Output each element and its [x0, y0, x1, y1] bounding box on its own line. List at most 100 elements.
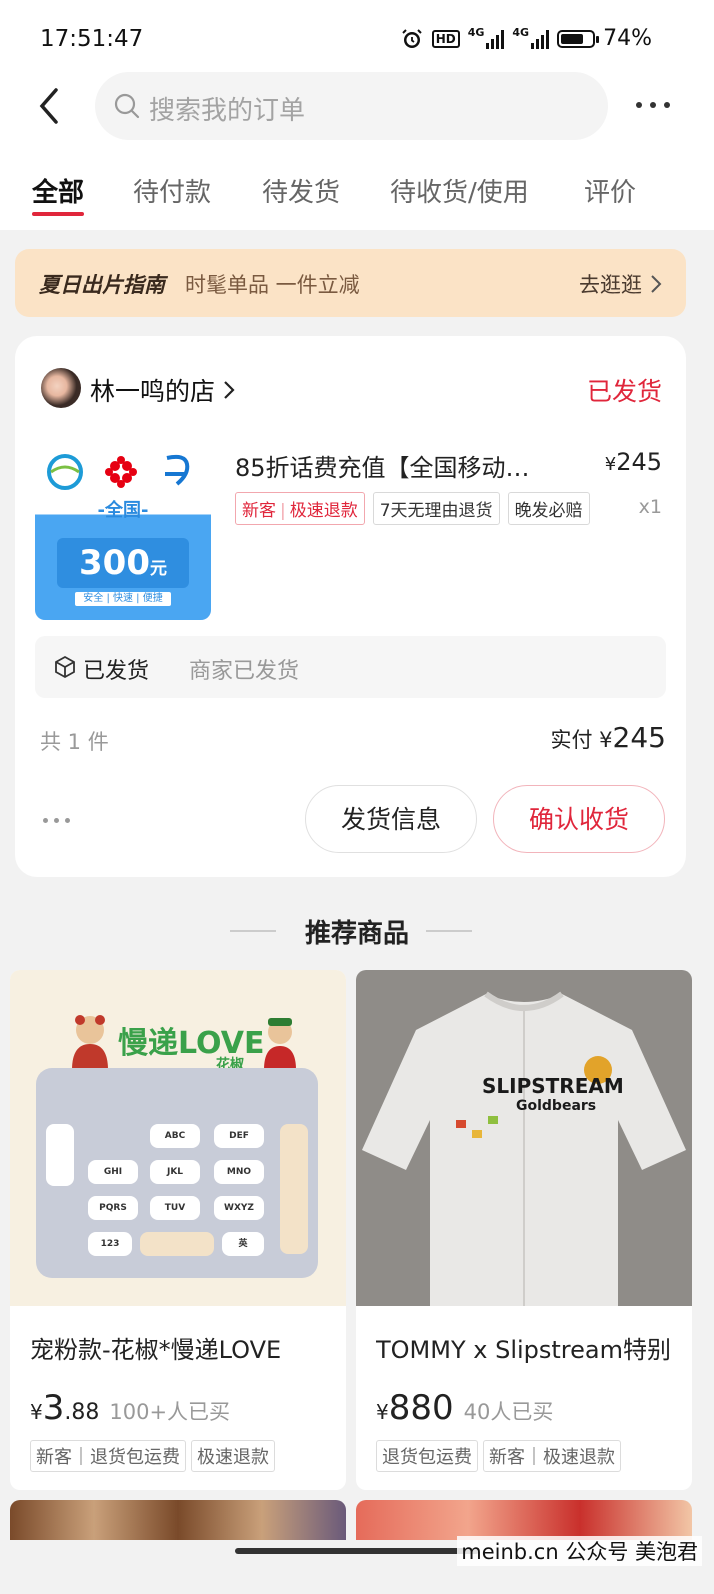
active-tab-indicator: [32, 212, 84, 216]
thumb-amount: 300元: [57, 538, 189, 588]
cartoon-mascot-icon: [264, 1018, 296, 1070]
network-label-1: 4G: [467, 26, 485, 39]
battery-level: [561, 33, 584, 44]
product-image: 慢递LOVE 花椒 ABC DEF GHI JKL MNO PQRS TUV W…: [10, 970, 346, 1306]
key-tuv: TUV: [150, 1196, 200, 1220]
tab-all[interactable]: 全部: [32, 172, 84, 209]
key-ghi: GHI: [88, 1160, 138, 1184]
cartoon-bear-icon: [72, 1015, 108, 1070]
next-product-image[interactable]: [356, 1500, 692, 1540]
order-card: 林一鸣的店 已发货 -全国- 300元 安全 | 快速 | 便捷 85折话费充值…: [15, 336, 686, 877]
battery-percent: 74%: [603, 26, 652, 51]
product-tag: 新客｜退货包运费: [30, 1440, 186, 1472]
shop-name: 林一鸣的店: [90, 377, 216, 406]
thumb-amount-value: 300: [79, 543, 150, 583]
product-thumbnail[interactable]: -全国- 300元 安全 | 快速 | 便捷: [35, 444, 211, 620]
key-mno: MNO: [214, 1160, 264, 1184]
price-currency: ¥: [376, 1400, 389, 1424]
banner-slogan: 时髦单品 一件立减: [185, 273, 360, 297]
product-image: SLIPSTREAM Goldbears: [356, 970, 692, 1306]
recommend-product-card[interactable]: SLIPSTREAM Goldbears TOMMY x Slipstream特…: [356, 970, 692, 1490]
tag-fast-refund: 极速退款: [289, 501, 358, 521]
divider-right: [426, 930, 472, 932]
shop-link[interactable]: 林一鸣的店: [90, 372, 235, 408]
package-icon: [55, 655, 75, 679]
order-more-icon[interactable]: [43, 818, 70, 823]
product-tag: 新客｜极速退款: [483, 1440, 621, 1472]
paid-amount: 245: [612, 721, 666, 754]
product-price-currency: ¥: [604, 454, 617, 475]
sold-count: 100+人已买: [109, 1400, 231, 1424]
order-tabs: 全部 待付款 待发货 待收货/使用 评价: [0, 172, 714, 232]
product-quantity: x1: [638, 496, 662, 518]
tab-scroll-fade: [674, 170, 714, 220]
key-lang: 英: [222, 1232, 264, 1256]
order-status: 已发货: [586, 377, 662, 406]
product-price: ¥880 40人已买: [376, 1388, 553, 1428]
shipping-status: 已发货: [83, 659, 150, 684]
tab-pending-shipment[interactable]: 待发货: [262, 172, 340, 209]
key-space: [140, 1232, 214, 1256]
tag-7day-return: 7天无理由退货: [372, 492, 500, 525]
shipping-info-button[interactable]: 发货信息: [305, 785, 477, 853]
key-123: 123: [88, 1232, 132, 1256]
banner-brand: 夏日出片指南: [39, 272, 165, 297]
shipping-status-bar[interactable]: 已发货 商家已发货: [35, 636, 666, 698]
signal-icon-2: [531, 29, 550, 49]
paid-label: 实付: [550, 728, 593, 752]
next-product-image[interactable]: [10, 1500, 346, 1540]
key-jkl: JKL: [150, 1160, 200, 1184]
promo-banner[interactable]: 夏日出片指南 时髦单品 一件立减 去逛逛: [15, 249, 686, 317]
product-tag: 退货包运费: [376, 1440, 478, 1472]
network-label-2: 4G: [512, 26, 530, 39]
search-placeholder: 搜索我的订单: [149, 96, 306, 126]
home-indicator[interactable]: [235, 1548, 479, 1554]
watermark: meinb.cn 公众号 美泡君: [457, 1536, 702, 1566]
status-time: 17:51:47: [40, 26, 144, 52]
image-subbrand: Goldbears: [516, 1098, 597, 1114]
price-integer: 880: [388, 1388, 454, 1428]
search-bar[interactable]: 搜索我的订单: [95, 72, 608, 140]
image-brand: SLIPSTREAM: [482, 1074, 624, 1098]
paid-total: 实付 ¥245: [550, 721, 666, 754]
thumb-tagline: 安全 | 快速 | 便捷: [75, 592, 171, 606]
more-options-icon[interactable]: [636, 102, 670, 108]
back-arrow-icon[interactable]: [34, 86, 66, 126]
recommend-title: 推荐商品: [304, 919, 409, 949]
tab-review[interactable]: 评价: [584, 172, 636, 209]
status-bar: 17:51:47 HD 4G 4G 74%: [0, 0, 714, 80]
price-integer: 3: [42, 1388, 65, 1428]
price-currency: ¥: [30, 1400, 43, 1424]
tab-pending-payment[interactable]: 待付款: [133, 172, 211, 209]
product-tags: 新客 | 极速退款 7天无理由退货 晚发必赔: [235, 492, 590, 525]
search-icon: [114, 93, 140, 119]
confirm-receipt-button[interactable]: 确认收货: [493, 785, 665, 853]
product-tags: 新客｜退货包运费 极速退款: [30, 1440, 275, 1472]
shop-avatar[interactable]: [41, 368, 81, 408]
chevron-right-icon: [224, 381, 235, 399]
cycling-jersey-illustration: [362, 991, 686, 1306]
status-icons: HD 4G 4G 74%: [400, 26, 652, 51]
product-tag: 极速退款: [191, 1440, 275, 1472]
product-title: 宠粉款-花椒*慢递LOVE: [30, 1336, 282, 1364]
chevron-right-icon: [651, 275, 662, 293]
product-price-value: 245: [616, 448, 662, 476]
product-tags: 退货包运费 新客｜极速退款: [376, 1440, 621, 1472]
thumb-region: -全国-: [97, 500, 149, 521]
carrier-logos-icon: [47, 454, 190, 490]
key-pqrs: PQRS: [88, 1196, 138, 1220]
keyboard-illustration: ABC DEF GHI JKL MNO PQRS TUV WXYZ 123 英: [36, 1068, 318, 1278]
product-title: TOMMY x Slipstream特别: [376, 1336, 671, 1364]
paid-currency: ¥: [599, 728, 613, 752]
tab-pending-receipt[interactable]: 待收货/使用: [390, 172, 529, 209]
sold-count: 40人已买: [463, 1400, 554, 1424]
product-title[interactable]: 85折话费充值【全国移动…: [235, 448, 565, 483]
recommend-product-card[interactable]: 慢递LOVE 花椒 ABC DEF GHI JKL MNO PQRS TUV W…: [10, 970, 346, 1490]
banner-go-link[interactable]: 去逛逛: [579, 269, 662, 299]
key-abc: ABC: [150, 1124, 200, 1148]
key-side-panel: [280, 1124, 308, 1254]
thumb-amount-unit: 元: [149, 559, 167, 579]
hd-icon: HD: [431, 29, 460, 48]
banner-go-label: 去逛逛: [579, 273, 642, 297]
battery-icon: [557, 29, 600, 48]
